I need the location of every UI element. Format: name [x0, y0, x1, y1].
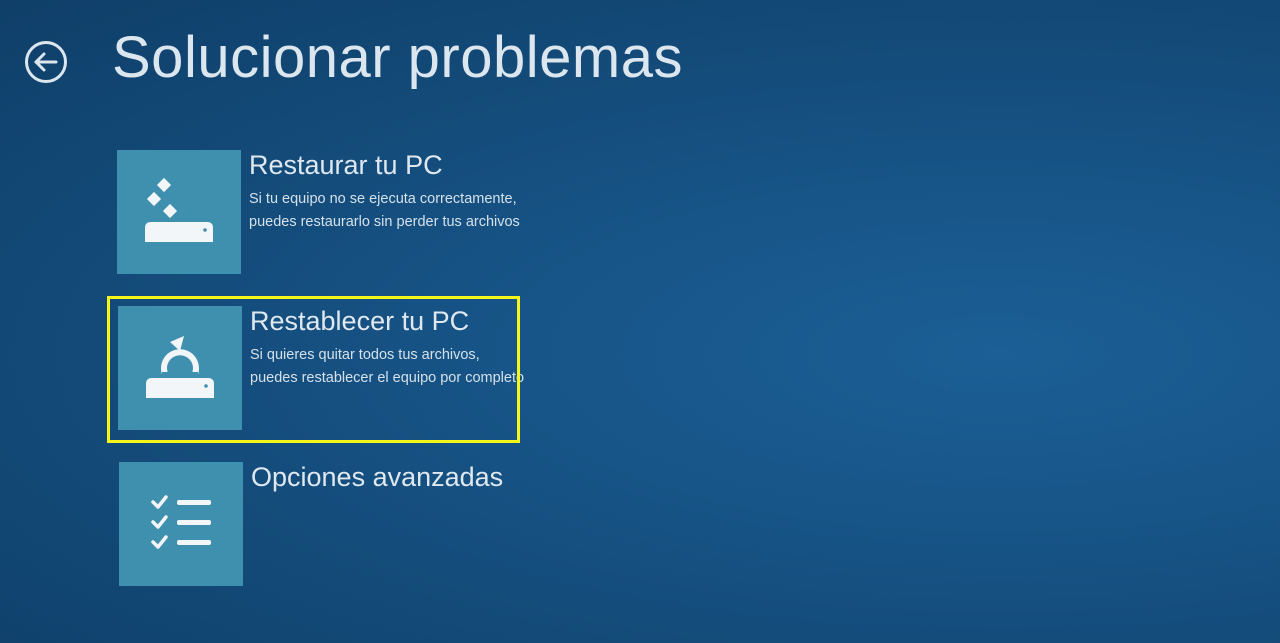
advanced-options-option[interactable]: Opciones avanzadas — [119, 462, 519, 586]
reset-pc-icon — [146, 336, 214, 398]
advanced-options-icon — [151, 495, 211, 549]
option-description: Si tu equipo no se ejecuta correctamente… — [249, 191, 520, 230]
advanced-options-tile[interactable] — [119, 462, 243, 586]
back-arrow-icon — [25, 41, 67, 83]
restore-pc-text: Restaurar tu PC Si tu equipo no se ejecu… — [249, 150, 529, 234]
option-title: Restablecer tu PC — [250, 306, 470, 336]
reset-pc-tile[interactable] — [118, 306, 242, 430]
restore-pc-tile[interactable] — [117, 150, 241, 274]
option-title: Opciones avanzadas — [251, 462, 504, 492]
restore-pc-option[interactable]: Restaurar tu PC Si tu equipo no se ejecu… — [117, 150, 520, 274]
option-description: Si quieres quitar todos tus archivos, pu… — [250, 347, 525, 386]
advanced-options-text: Opciones avanzadas — [251, 462, 531, 492]
option-title: Restaurar tu PC — [249, 150, 443, 180]
back-button[interactable] — [24, 40, 68, 84]
restore-pc-icon — [145, 177, 213, 242]
reset-pc-option[interactable]: Restablecer tu PC Si quieres quitar todo… — [118, 306, 524, 430]
page-title: Solucionar problemas — [112, 25, 683, 90]
reset-pc-text: Restablecer tu PC Si quieres quitar todo… — [250, 306, 530, 390]
